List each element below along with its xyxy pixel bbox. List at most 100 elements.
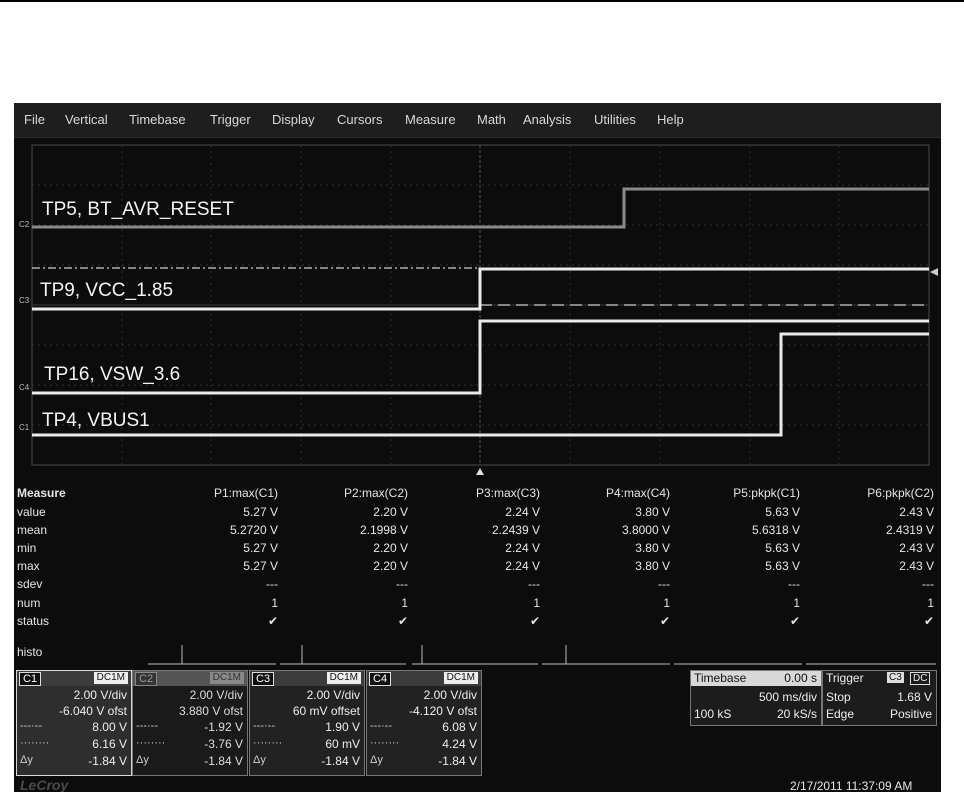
param-p4[interactable]: P4:max(C4)	[540, 486, 670, 500]
measure-cell: 1	[793, 596, 800, 610]
cursor1-value: -1.92 V	[204, 720, 243, 734]
param-p5[interactable]: P5:pkpk(C1)	[670, 486, 800, 500]
param-p2[interactable]: P2:max(C2)	[278, 486, 408, 500]
param-p6[interactable]: P6:pkpk(C2)	[804, 486, 934, 500]
measure-cell: 3.80 V	[635, 541, 670, 555]
menu-cursors[interactable]: Cursors	[337, 112, 383, 127]
channel-marker-c3: C3	[19, 296, 30, 305]
menu-file[interactable]: File	[24, 112, 45, 127]
measure-cell: 2.20 V	[373, 559, 408, 573]
volts-per-div: 2.00 V/div	[306, 688, 360, 702]
cursor1-value: 8.00 V	[92, 720, 127, 734]
menu-analysis[interactable]: Analysis	[523, 112, 571, 127]
status-check-icon: ✔	[789, 614, 800, 628]
cursor2-symbol: ········	[136, 737, 166, 749]
timebase-samples: 100 kS	[694, 707, 732, 721]
measure-title: Measure	[17, 486, 66, 500]
measure-cell: 1	[533, 596, 540, 610]
measure-cell: ---	[922, 577, 934, 591]
trigger-slope: Positive	[889, 707, 932, 721]
measure-cell: 2.4319 V	[885, 523, 934, 537]
row-label: num	[17, 596, 41, 610]
param-p3[interactable]: P3:max(C3)	[410, 486, 540, 500]
oscilloscope-screen: File Vertical Timebase Trigger Display C…	[14, 103, 941, 792]
measure-cell: ---	[396, 577, 408, 591]
status-check-icon: ✔	[397, 614, 408, 628]
measure-header-row: Measure P1:max(C1) P2:max(C2) P3:max(C3)…	[14, 486, 941, 504]
measure-cell: 5.6318 V	[751, 523, 800, 537]
cursor1-value: 1.90 V	[325, 720, 360, 734]
delta-y-value: -1.84 V	[88, 754, 127, 768]
timebase-label: Timebase	[694, 671, 747, 685]
histo-strip	[148, 645, 936, 665]
menu-vertical[interactable]: Vertical	[65, 112, 108, 127]
coupling-badge: DC1M	[326, 672, 361, 684]
measure-cell: 2.20 V	[373, 541, 408, 555]
menu-measure[interactable]: Measure	[405, 112, 456, 127]
cursor2-value: 4.24 V	[442, 737, 477, 751]
channel-box-c2[interactable]: C2 DC1M 2.00 V/div 3.880 V ofst ---·-- -…	[132, 670, 248, 776]
cursor2-value: 60 mV	[325, 737, 360, 751]
menu-utilities[interactable]: Utilities	[594, 112, 636, 127]
coupling-badge: DC1M	[93, 672, 128, 684]
menu-trigger[interactable]: Trigger	[210, 112, 251, 127]
menu-display[interactable]: Display	[272, 112, 315, 127]
cursor1-symbol: ---·--	[253, 720, 275, 732]
measure-cell: 2.43 V	[899, 559, 934, 573]
measure-cell: ---	[528, 577, 540, 591]
status-check-icon: ✔	[267, 614, 278, 628]
measure-cell: 1	[927, 596, 934, 610]
measure-table: Measure P1:max(C1) P2:max(C2) P3:max(C3)…	[14, 486, 941, 636]
channel-tag: C4	[369, 672, 392, 686]
measure-cell: 2.24 V	[505, 541, 540, 555]
menu-math[interactable]: Math	[477, 112, 506, 127]
param-p1[interactable]: P1:max(C1)	[148, 486, 278, 500]
status-check-icon: ✔	[529, 614, 540, 628]
channel-tag: C3	[252, 672, 275, 686]
cursor1-symbol: ---·--	[370, 720, 392, 732]
trigger-box[interactable]: Trigger C3 DC Stop 1.68 V Edge Positive	[822, 670, 937, 726]
channel-box-c4[interactable]: C4 DC1M 2.00 V/div -4.120 V ofst ---·-- …	[366, 670, 482, 776]
delta-y-symbol: Δy	[370, 754, 383, 766]
cursor2-symbol: ········	[20, 737, 50, 749]
channel-box-c3[interactable]: C3 DC1M 2.00 V/div 60 mV offset ---·-- 1…	[249, 670, 365, 776]
timebase-box[interactable]: Timebase 0.00 s 500 ms/div 100 kS 20 kS/…	[690, 670, 822, 726]
measure-cell: 5.27 V	[243, 559, 278, 573]
measure-cell: 2.24 V	[505, 559, 540, 573]
cursor2-value: 6.16 V	[92, 737, 127, 751]
date-time: 2/17/2011 11:37:09 AM	[790, 779, 913, 792]
measure-cell: 1	[271, 596, 278, 610]
cursor2-value: -3.76 V	[204, 737, 243, 751]
channel-marker-c4: C4	[19, 383, 30, 392]
cursor1-symbol: ---·--	[136, 720, 158, 732]
measure-cell: 5.63 V	[765, 559, 800, 573]
brand-logo: LeCroy	[20, 777, 69, 792]
measure-cell: 5.63 V	[765, 505, 800, 519]
channel-tag: C1	[19, 672, 42, 686]
cursor1-value: 6.08 V	[442, 720, 477, 734]
page-top-rule	[0, 0, 964, 2]
row-label: min	[17, 541, 37, 555]
menu-help[interactable]: Help	[657, 112, 684, 127]
delta-y-value: -1.84 V	[438, 754, 477, 768]
delta-y-value: -1.84 V	[321, 754, 360, 768]
measure-cell: 5.27 V	[243, 541, 278, 555]
trigger-coupling-badge: DC	[910, 672, 931, 685]
channel-box-c1[interactable]: C1 DC1M 2.00 V/div -6.040 V ofst ---·-- …	[16, 670, 132, 776]
cursor2-symbol: ········	[370, 737, 400, 749]
status-check-icon: ✔	[923, 614, 934, 628]
measure-row-num: num 1 1 1 1 1 1	[14, 596, 941, 614]
trace-label-tp5: TP5, BT_AVR_RESET	[42, 199, 234, 220]
measure-row-min: min 5.27 V 2.20 V 2.24 V 3.80 V 5.63 V 2…	[14, 541, 941, 559]
measure-cell: ---	[266, 577, 278, 591]
row-label: status	[17, 614, 50, 628]
row-label: sdev	[17, 577, 43, 591]
trigger-mode: Stop	[826, 690, 851, 704]
measure-row-mean: mean 5.2720 V 2.1998 V 2.2439 V 3.8000 V…	[14, 523, 941, 541]
waveform-grid[interactable]	[14, 141, 941, 476]
volts-per-div: 2.00 V/div	[189, 688, 243, 702]
menu-timebase[interactable]: Timebase	[129, 112, 186, 127]
timebase-delay: 0.00 s	[784, 671, 817, 685]
trigger-source-badge: C3	[887, 672, 904, 683]
measure-cell: 2.43 V	[899, 505, 934, 519]
